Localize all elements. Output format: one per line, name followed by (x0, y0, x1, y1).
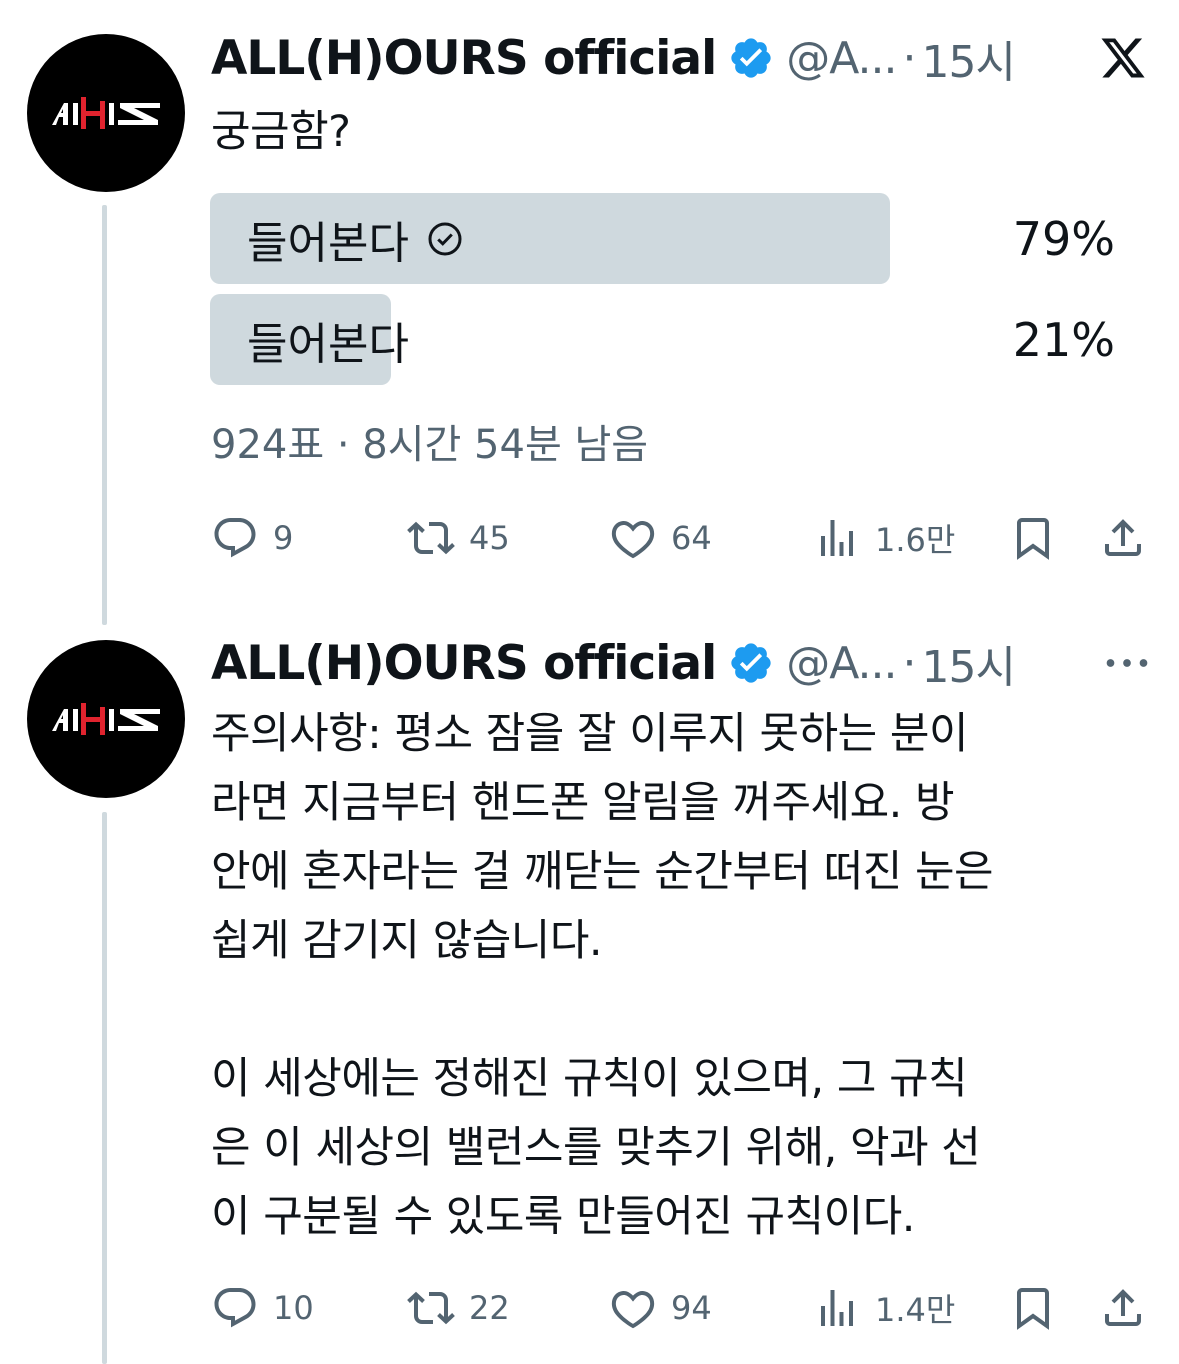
author-handle[interactable]: @A... (786, 33, 897, 84)
share-icon (1105, 519, 1141, 556)
views-button[interactable]: 1.6만 (813, 508, 955, 568)
like-count: 94 (671, 1289, 712, 1327)
reply-icon (214, 518, 256, 558)
retweet-icon (407, 1291, 455, 1325)
analytics-icon (821, 1290, 853, 1326)
bookmark-button[interactable] (1009, 1278, 1057, 1338)
action-bar: 9 45 64 1.6만 (211, 508, 1149, 568)
author-name[interactable]: ALL(H)OURS official (211, 31, 717, 86)
poll-option[interactable]: 들어본다 79% (210, 193, 1115, 284)
poll-option-percent: 21% (1012, 312, 1115, 367)
poll-option[interactable]: 들어본다 21% (210, 294, 1115, 385)
reply-button[interactable]: 10 (211, 1278, 314, 1338)
reply-button[interactable]: 9 (211, 508, 293, 568)
tweet-header: ALL(H)OURS official @A... · 15시 (211, 28, 1149, 88)
verified-badge-icon (731, 38, 771, 78)
separator-dot: · (902, 637, 916, 689)
thread-connector (102, 205, 107, 625)
bookmark-icon (1017, 1288, 1049, 1330)
action-bar: 10 22 94 1.4만 (211, 1278, 1149, 1338)
timestamp[interactable]: 15시 (921, 631, 1015, 695)
share-button[interactable] (1099, 1278, 1147, 1338)
views-button[interactable]: 1.4만 (813, 1278, 955, 1338)
poll-option-label: 들어본다 (247, 217, 409, 269)
reply-count: 9 (273, 519, 294, 557)
author-handle[interactable]: @A... (786, 638, 897, 689)
bookmark-icon (1017, 518, 1049, 560)
like-button[interactable]: 94 (609, 1278, 712, 1338)
heart-icon (611, 1290, 655, 1329)
allhours-logo-icon (52, 703, 160, 735)
poll-meta: 924표 · 8시간 54분 남음 (211, 422, 649, 468)
tweet-header: ALL(H)OURS official @A... · 15시 (211, 633, 1149, 693)
separator-dot: · (902, 32, 916, 84)
views-count: 1.6만 (875, 521, 956, 559)
allhours-logo-icon (52, 97, 160, 129)
retweet-count: 45 (469, 519, 510, 557)
avatar[interactable] (27, 34, 185, 192)
check-circle-icon (428, 222, 462, 255)
reply-icon (214, 1288, 256, 1328)
share-icon (1105, 1289, 1141, 1326)
like-button[interactable]: 64 (609, 508, 712, 568)
views-count: 1.4만 (875, 1291, 956, 1329)
bookmark-button[interactable] (1009, 508, 1057, 568)
tweet-text: 주의사항: 평소 잠을 잘 이루지 못하는 분이 라면 지금부터 핸드폰 알림을… (211, 709, 994, 1242)
more-options-icon[interactable] (1105, 657, 1149, 669)
poll-option-percent: 79% (1012, 211, 1115, 266)
heart-icon (611, 520, 655, 559)
retweet-count: 22 (469, 1289, 510, 1327)
retweet-button[interactable]: 45 (407, 508, 510, 568)
verified-badge-icon (731, 643, 771, 683)
x-logo-icon[interactable] (1097, 34, 1149, 82)
like-count: 64 (671, 519, 712, 557)
avatar[interactable] (27, 640, 185, 798)
tweet-text: 궁금함? (211, 107, 351, 157)
share-button[interactable] (1099, 508, 1147, 568)
reply-count: 10 (273, 1289, 314, 1327)
poll-option-label: 들어본다 (247, 318, 409, 370)
analytics-icon (821, 520, 853, 556)
retweet-icon (407, 521, 455, 555)
author-name[interactable]: ALL(H)OURS official (211, 636, 717, 691)
retweet-button[interactable]: 22 (407, 1278, 510, 1338)
thread-connector (102, 812, 107, 1364)
timestamp[interactable]: 15시 (921, 26, 1015, 90)
